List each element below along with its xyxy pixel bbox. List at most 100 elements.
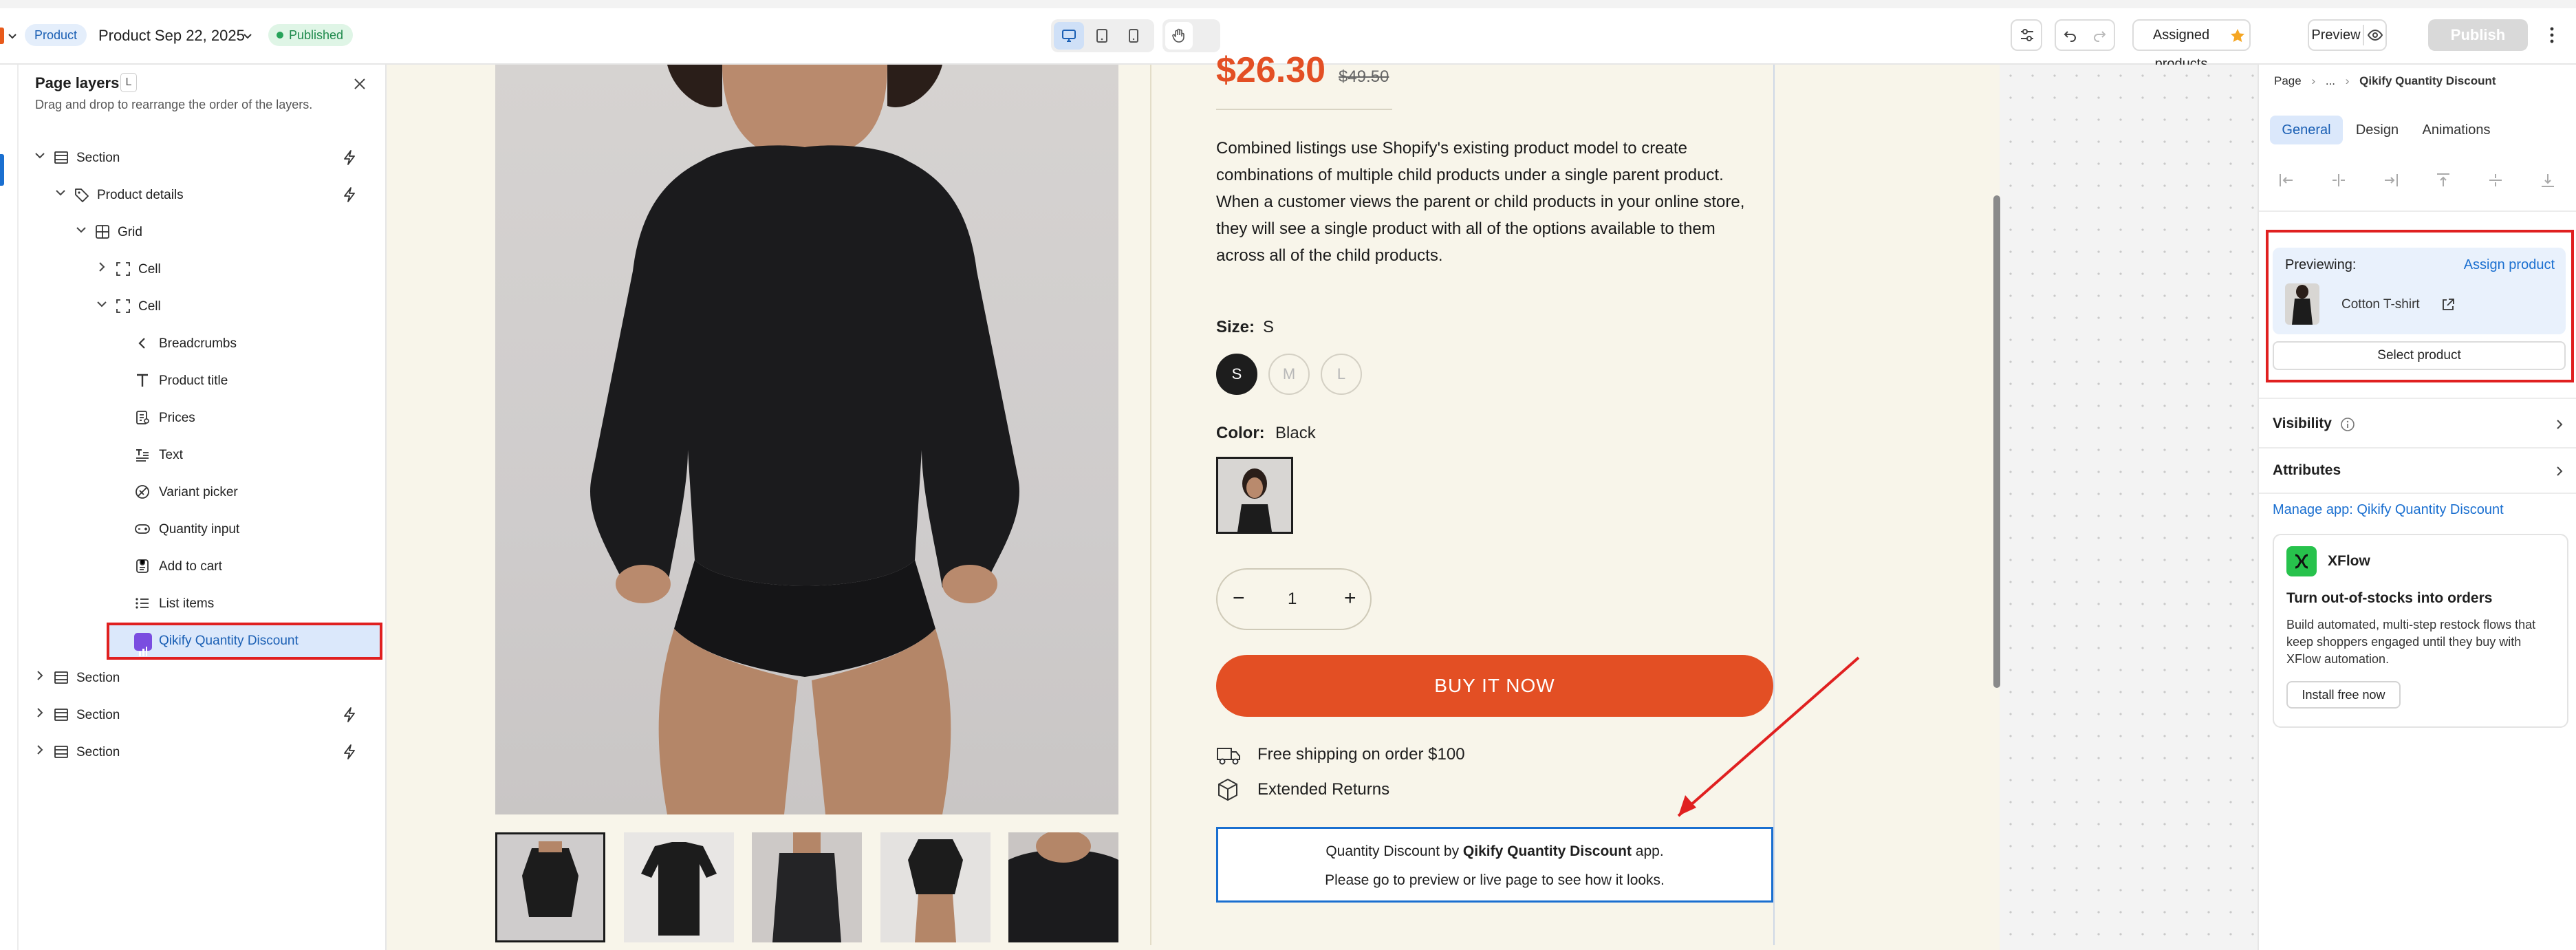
panel-title: Page layers	[35, 74, 120, 91]
product-badge: Product	[25, 24, 87, 46]
breadcrumb-more[interactable]: ...	[2326, 74, 2335, 87]
breadcrumb-page[interactable]: Page	[2274, 74, 2302, 87]
returns-text: Extended Returns	[1257, 780, 1390, 799]
page-layers-panel: Page layers L Drag and drop to rearrange…	[19, 65, 387, 950]
visibility-row[interactable]: Visibility	[2273, 407, 2568, 442]
redo-icon[interactable]	[2092, 28, 2107, 43]
eye-icon[interactable]	[2367, 28, 2383, 42]
discount-app-name: Qikify Quantity Discount	[1462, 843, 1632, 859]
external-link-icon[interactable]	[2440, 297, 2456, 312]
chevron-down-icon[interactable]	[34, 149, 46, 162]
layer-row[interactable]: Quantity input	[19, 511, 387, 548]
decrement-button[interactable]: −	[1233, 586, 1245, 611]
increment-button[interactable]: +	[1344, 586, 1356, 611]
more-vertical-icon[interactable]	[2545, 25, 2559, 45]
layer-row[interactable]: Add to cart	[19, 548, 387, 585]
layer-row[interactable]: Section	[19, 734, 387, 771]
quantity-value[interactable]: 1	[1288, 589, 1297, 609]
layer-row[interactable]: Section	[19, 140, 387, 177]
layer-row[interactable]: Prices	[19, 400, 387, 437]
layer-row[interactable]: Cell	[19, 251, 387, 288]
attributes-row[interactable]: Attributes	[2273, 454, 2568, 488]
hand-tool-button[interactable]	[1165, 22, 1193, 50]
layer-row[interactable]: Section	[19, 697, 387, 734]
align-right-icon[interactable]	[2383, 172, 2399, 188]
layer-row[interactable]: Product title	[19, 363, 387, 400]
tab-design[interactable]: Design	[2343, 116, 2412, 144]
layer-row[interactable]: Breadcrumbs	[19, 325, 387, 363]
cell-icon	[116, 262, 130, 276]
quantity-discount-block[interactable]: Quantity Discount by Qikify Quantity Dis…	[1216, 827, 1773, 903]
install-free-button[interactable]: Install free now	[2286, 681, 2401, 709]
select-product-button[interactable]: Select product	[2273, 341, 2566, 370]
settings-button[interactable]	[2011, 19, 2042, 51]
promo-body: Build automated, multi-step restock flow…	[2286, 618, 2536, 666]
size-label: Size:	[1216, 318, 1255, 336]
assigned-products-button[interactable]: Assigned products	[2132, 19, 2251, 72]
mobile-view-button[interactable]	[1118, 22, 1149, 50]
inspector-panel: Page › ... › Qikify Quantity Discount Ge…	[2258, 65, 2576, 950]
thumbnail-image	[772, 832, 841, 942]
chevron-right-icon[interactable]	[34, 744, 46, 756]
size-option-s[interactable]: S	[1216, 354, 1257, 395]
divider	[2259, 398, 2576, 399]
thumbnail-5[interactable]	[1008, 832, 1118, 942]
desktop-view-button[interactable]	[1054, 22, 1084, 50]
size-option-m[interactable]: M	[1268, 354, 1310, 395]
chevron-right-icon[interactable]	[34, 706, 46, 719]
thumbnail-4[interactable]	[880, 832, 991, 942]
manage-app-link[interactable]: Manage app: Qikify Quantity Discount	[2273, 502, 2504, 518]
layer-label: Grid	[118, 225, 142, 239]
thumbnail-2[interactable]	[624, 832, 734, 942]
swatch-image	[1237, 468, 1272, 532]
preview-button[interactable]: Preview	[2309, 21, 2363, 50]
size-option-l[interactable]: L	[1321, 354, 1362, 395]
align-bottom-icon[interactable]	[2540, 172, 2556, 188]
layer-row[interactable]: Section	[19, 660, 387, 697]
publish-button[interactable]: Publish	[2428, 19, 2528, 51]
layer-row[interactable]: Cell	[19, 288, 387, 325]
product-main-image[interactable]	[495, 65, 1118, 814]
layer-row[interactable]: Variant picker	[19, 474, 387, 511]
compare-price: $49.50	[1339, 67, 1389, 86]
align-left-icon[interactable]	[2278, 172, 2295, 188]
info-icon[interactable]	[2340, 417, 2355, 432]
preview-product-name: Cotton T-shirt	[2341, 297, 2420, 312]
page-title[interactable]: Product Sep 22, 2025	[98, 26, 245, 45]
chevron-down-icon[interactable]	[96, 298, 108, 310]
layer-row-selected[interactable]: Qikify Quantity Discount	[107, 623, 382, 660]
chevron-down-icon[interactable]	[54, 186, 67, 199]
discount-line-1: Quantity Discount by Qikify Quantity Dis…	[1218, 841, 1771, 862]
chevron-down-icon[interactable]	[242, 30, 253, 41]
align-top-icon[interactable]	[2435, 172, 2451, 188]
chevron-right-icon[interactable]	[34, 669, 46, 682]
thumbnail-image	[641, 842, 717, 936]
red-arrow-annotation	[1677, 656, 1860, 817]
chevron-down-icon[interactable]	[7, 30, 18, 41]
color-swatch-black[interactable]	[1216, 457, 1293, 534]
chevron-right-icon[interactable]	[96, 261, 108, 273]
breadcrumb-current: Qikify Quantity Discount	[2359, 74, 2496, 87]
product-price: $26.30	[1216, 50, 1326, 90]
thumbnail-1[interactable]	[495, 832, 605, 942]
text-t-icon	[137, 374, 148, 387]
chevron-down-icon[interactable]	[75, 224, 87, 236]
align-middle-icon[interactable]	[2487, 172, 2504, 188]
tab-general[interactable]: General	[2270, 116, 2343, 144]
sliders-icon	[2021, 29, 2033, 41]
layer-row[interactable]: Product details	[19, 177, 387, 214]
close-icon[interactable]	[351, 76, 368, 92]
tablet-view-button[interactable]	[1087, 22, 1117, 50]
layer-row[interactable]: Text	[19, 437, 387, 474]
align-center-h-icon[interactable]	[2330, 172, 2347, 188]
discount-note: Please go to preview or live page to see…	[1325, 872, 1665, 888]
layer-label: Product title	[159, 374, 228, 388]
undo-icon[interactable]	[2063, 28, 2078, 43]
thumbnail-image	[522, 841, 578, 917]
layer-row[interactable]: Grid	[19, 214, 387, 251]
thumbnail-3[interactable]	[752, 832, 862, 942]
canvas-scrollbar[interactable]	[1993, 195, 2000, 688]
assign-product-link[interactable]: Assign product	[2464, 257, 2555, 273]
tab-animations[interactable]: Animations	[2412, 116, 2501, 144]
layer-row[interactable]: List items	[19, 585, 387, 623]
